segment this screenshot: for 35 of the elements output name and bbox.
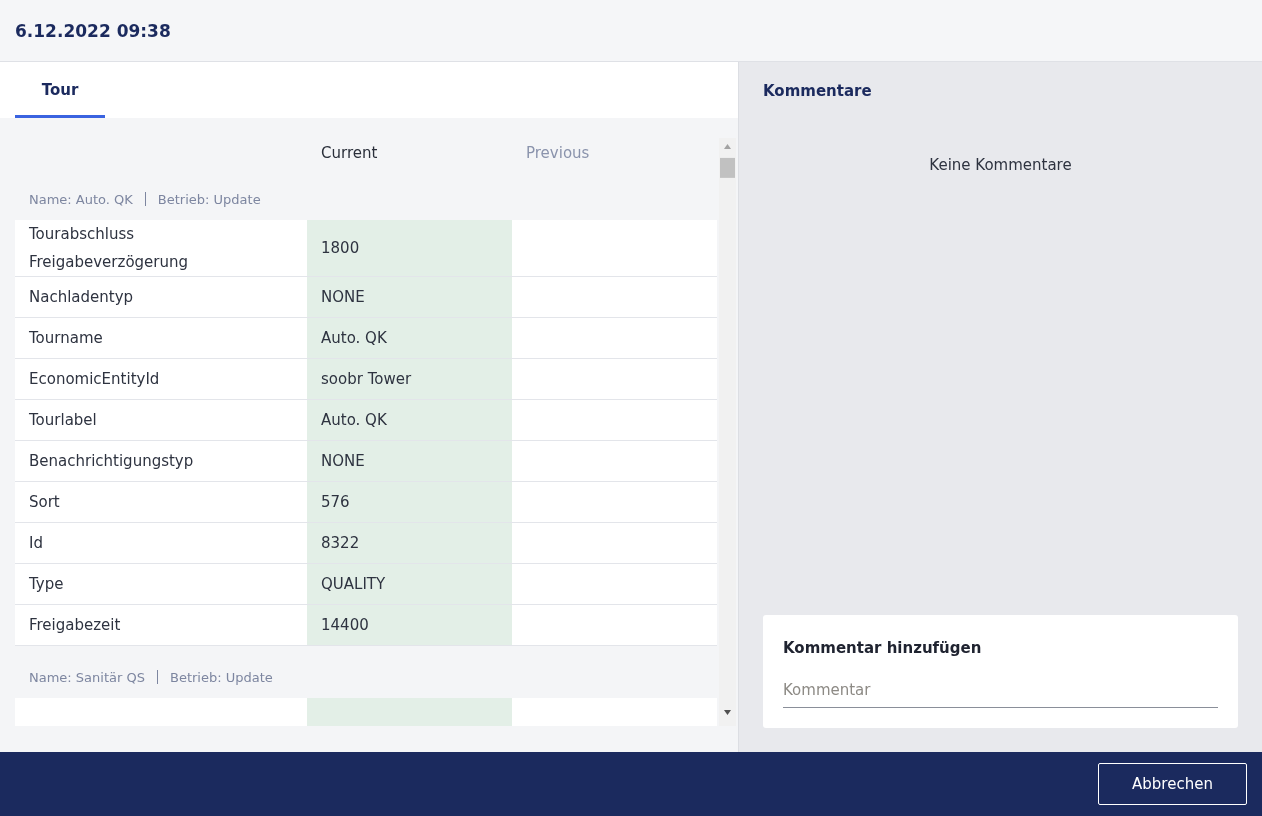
field-name: Type <box>29 574 64 595</box>
field-name: EconomicEntityId <box>29 369 160 390</box>
tab[interactable]: Tour <box>15 81 105 118</box>
field-name: Nachladentyp <box>29 287 134 308</box>
group-name: Name: Auto. QK <box>29 191 133 207</box>
group-operation: Betrieb: Update <box>169 669 273 685</box>
field-name: Id <box>29 533 43 554</box>
current-value-cell: Auto. QK <box>307 318 512 358</box>
comments-title: Kommentare <box>763 82 873 100</box>
add-comment-title: Kommentar hinzufügen <box>783 639 983 657</box>
current-value-cell: 1800 <box>307 220 512 276</box>
field-name: Freigabezeit <box>29 615 121 636</box>
comment-field[interactable]: Kommentar <box>783 671 1218 708</box>
empty-message: Keine Kommentare <box>928 156 1073 174</box>
current-value-cell: soobr Tower <box>307 359 512 399</box>
field-name: Sort <box>29 492 60 513</box>
field-name: Benachrichtigungstyp <box>29 451 194 472</box>
field-name: Tourname <box>29 328 103 349</box>
page-title: 6.12.2022 09:38 <box>15 20 171 41</box>
current-value-cell: 8322 <box>307 523 512 563</box>
cancel-button[interactable]: Abbrechen <box>1098 763 1247 805</box>
scrollbar[interactable] <box>717 138 738 726</box>
column-header: Previous <box>525 144 591 162</box>
current-value-cell: QUALITY <box>307 564 512 604</box>
current-value-cell: NONE <box>307 277 512 317</box>
field-name: Tourlabel <box>29 410 97 431</box>
column-header: Current <box>320 144 379 162</box>
group-name: Name: Sanitär QS <box>29 669 145 685</box>
current-value-cell: 576 <box>307 482 512 522</box>
current-value-cell: 14400 <box>307 605 512 645</box>
current-value-cell: Auto. QK <box>307 400 512 440</box>
field-name: Tourabschluss Freigabeverzögerung <box>29 224 189 273</box>
comment-input[interactable]: Kommentar <box>783 677 1218 705</box>
group-operation: Betrieb: Update <box>157 191 261 207</box>
current-value-cell: NONE <box>307 441 512 481</box>
